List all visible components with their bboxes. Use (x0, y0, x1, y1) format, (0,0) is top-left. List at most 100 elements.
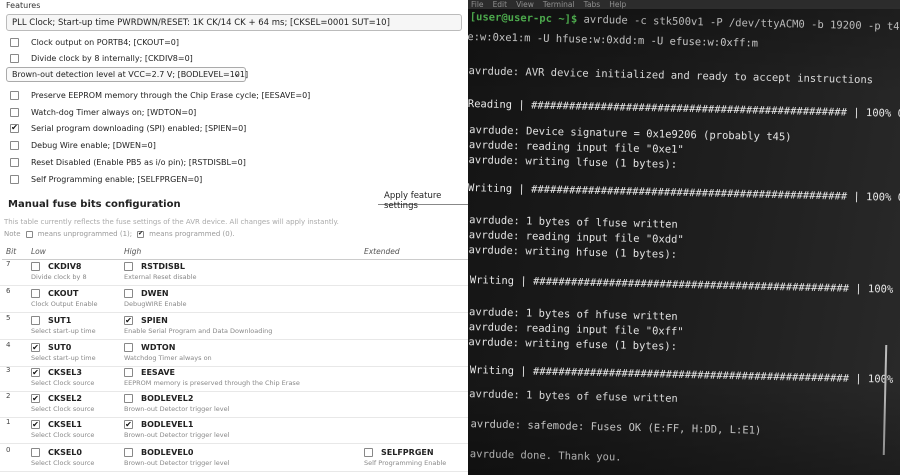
fuse-cell-high[interactable]: BODLEVEL2 Brown-out Detector trigger leve… (124, 392, 284, 413)
checkbox-unchecked[interactable] (364, 448, 373, 457)
feature-option-label: Serial program downloading (SPI) enabled… (31, 123, 247, 133)
checkbox-checked[interactable]: ✔ (31, 394, 40, 403)
brown-out-level-value: Brown-out detection level at VCC=2.7 V; … (12, 70, 249, 79)
feature-option-ckout[interactable]: Clock output on PORTB4; [CKOUT=0] (10, 35, 179, 49)
checkbox-unchecked[interactable] (31, 448, 40, 457)
fuse-name: CKOUT (48, 289, 79, 298)
column-header-extended: Extended (364, 247, 400, 256)
checkbox-unchecked[interactable] (124, 394, 133, 403)
fuse-description: Brown-out Detector trigger level (124, 405, 230, 413)
checkbox-unchecked[interactable] (31, 262, 40, 271)
bit-number: 5 (6, 314, 11, 322)
menu-view[interactable]: View (516, 0, 534, 9)
apply-feature-settings-button[interactable]: Apply feature settings (378, 191, 468, 211)
feature-option-dwen[interactable]: Debug Wire enable; [DWEN=0] (10, 138, 156, 152)
menu-file[interactable]: File (471, 0, 484, 9)
checkbox-checked[interactable]: ✔ (124, 420, 133, 429)
menu-edit[interactable]: Edit (493, 0, 508, 9)
checkbox-unchecked[interactable] (124, 448, 133, 457)
fuse-name: BODLEVEL1 (141, 420, 194, 429)
terminal-line: avrdude: writing lfuse (1 bytes): (468, 154, 678, 171)
checkbox-unchecked[interactable] (10, 157, 19, 167)
fuse-cell-line: EESAVE (124, 366, 284, 379)
feature-option-spien[interactable]: ✔ Serial program downloading (SPI) enabl… (10, 121, 246, 135)
checkbox-unchecked[interactable] (10, 90, 19, 100)
fuse-name: SELFPRGEN (381, 448, 434, 457)
fuse-cell-high[interactable]: RSTDISBL External Reset disable (124, 260, 284, 281)
checkbox-checked[interactable]: ✔ (31, 368, 40, 377)
menu-terminal[interactable]: Terminal (543, 0, 575, 9)
terminal-line: avrdude done. Thank you. (469, 448, 622, 464)
fuse-cell-line: SELFPRGEN (364, 446, 468, 459)
bit-number: 0 (6, 446, 11, 454)
fuse-description: Enable Serial Program and Data Downloadi… (124, 327, 273, 335)
checkbox-unchecked[interactable] (10, 107, 19, 117)
fuse-name: SUT1 (48, 316, 72, 325)
terminal-line: avrdude: 1 bytes of hfuse written (468, 306, 678, 323)
menu-tabs[interactable]: Tabs (584, 0, 601, 9)
table-row: 0 CKSEL0 Select Clock source BODLEVEL0 Brown… (0, 446, 468, 472)
fuse-cell-ext[interactable]: SELFPRGEN Self Programming Enable (364, 446, 468, 467)
checkbox-unchecked[interactable] (31, 289, 40, 298)
feature-option-selfprgen[interactable]: Self Programming enable; [SELFPRGEN=0] (10, 172, 202, 186)
fuse-description: Self Programming Enable (364, 459, 447, 467)
checkbox-checked[interactable]: ✔ (31, 420, 40, 429)
checkbox-unchecked[interactable] (31, 316, 40, 325)
checkbox-checked-sample: ✔ (137, 230, 145, 238)
terminal-line: avrdude: writing hfuse (1 bytes): (468, 244, 678, 261)
fuse-name: BODLEVEL0 (141, 448, 194, 457)
checkbox-unchecked-sample (25, 230, 33, 238)
terminal-scrollbar[interactable] (882, 344, 888, 456)
feature-option-eesave[interactable]: Preserve EEPROM memory through the Chip … (10, 88, 310, 102)
fuse-cell-high[interactable]: WDTON Watchdog Timer always on (124, 341, 284, 362)
checkbox-checked[interactable]: ✔ (10, 123, 19, 133)
checkbox-unchecked[interactable] (124, 343, 133, 352)
table-row: 3 ✔ CKSEL3 Select Clock source EESAVE EEPROM … (0, 366, 468, 392)
checkbox-checked[interactable]: ✔ (31, 343, 40, 352)
fuse-cell-high[interactable]: ✔ SPIEN Enable Serial Program and Data Dow… (124, 314, 284, 335)
fuse-cell-high[interactable]: ✔ BODLEVEL1 Brown-out Detector trigger lev… (124, 418, 284, 439)
checkbox-unchecked[interactable] (10, 140, 19, 150)
fuse-name: CKSEL1 (48, 420, 82, 429)
terminal-line: avrdude: reading input file "0xdd" (468, 229, 684, 246)
fuse-description: Watchdog Timer always on (124, 354, 212, 362)
manual-fuse-title: Manual fuse bits configuration (8, 199, 181, 210)
bit-number: 2 (6, 392, 11, 400)
menu-help[interactable]: Help (609, 0, 626, 9)
fuse-name: CKSEL2 (48, 394, 82, 403)
checkbox-unchecked[interactable] (10, 53, 19, 63)
clock-source-select[interactable]: PLL Clock; Start-up time PWRDWN/RESET: 1… (6, 14, 462, 31)
progress-writing-hfuse: Writing | ##############################… (469, 274, 900, 297)
checkbox-unchecked[interactable] (10, 37, 19, 47)
progress-writing-lfuse: Writing | ##############################… (468, 182, 900, 205)
features-heading: Features (6, 1, 41, 10)
feature-option-rstdisbl[interactable]: Reset Disabled (Enable PB5 as i/o pin); … (10, 155, 246, 169)
chevron-down-icon: ⌄ (233, 69, 240, 78)
fuse-cell-high[interactable]: DWEN DebugWIRE Enable (124, 287, 284, 308)
feature-option-label: Divide clock by 8 internally; [CKDIV8=0] (31, 53, 193, 63)
terminal-line: avrdude: 1 bytes of efuse written (469, 388, 678, 405)
terminal-line: avrdude: AVR device initialized and read… (468, 65, 874, 87)
brown-out-level-select[interactable]: Brown-out detection level at VCC=2.7 V; … (6, 67, 249, 82)
command-continuation: e:w:0xe1:m -U hfuse:w:0xdd:m -U efuse:w:… (468, 30, 759, 50)
fuse-name: DWEN (141, 289, 169, 298)
checkbox-unchecked[interactable] (124, 262, 133, 271)
fuse-description: External Reset disable (124, 273, 197, 281)
fuse-name: CKSEL0 (48, 448, 82, 457)
checkbox-unchecked[interactable] (124, 289, 133, 298)
fuse-cell-line: ✔ SPIEN (124, 314, 284, 327)
table-row: 1 ✔ CKSEL1 Select Clock source ✔ BODLEVEL1 Bro… (0, 418, 468, 444)
fuse-cell-high[interactable]: EESAVE EEPROM memory is preserved through… (124, 366, 300, 387)
feature-option-label: Debug Wire enable; [DWEN=0] (31, 140, 156, 150)
terminal-line: avrdude: writing efuse (1 bytes): (468, 336, 678, 353)
checkbox-unchecked[interactable] (124, 368, 133, 377)
checkbox-unchecked[interactable] (10, 174, 19, 184)
fuse-cell-line: WDTON (124, 341, 284, 354)
checkbox-checked[interactable]: ✔ (124, 316, 133, 325)
column-header-high: High (124, 247, 142, 256)
fuse-cell-high[interactable]: BODLEVEL0 Brown-out Detector trigger leve… (124, 446, 284, 467)
fuse-calculator-panel: Features PLL Clock; Start-up time PWRDWN… (0, 0, 468, 475)
checkbox-legend: Note means unprogrammed (1); ✔ means pro… (4, 230, 235, 238)
feature-option-ckdiv8[interactable]: Divide clock by 8 internally; [CKDIV8=0] (10, 51, 193, 65)
feature-option-wdton[interactable]: Watch-dog Timer always on; [WDTON=0] (10, 105, 196, 119)
